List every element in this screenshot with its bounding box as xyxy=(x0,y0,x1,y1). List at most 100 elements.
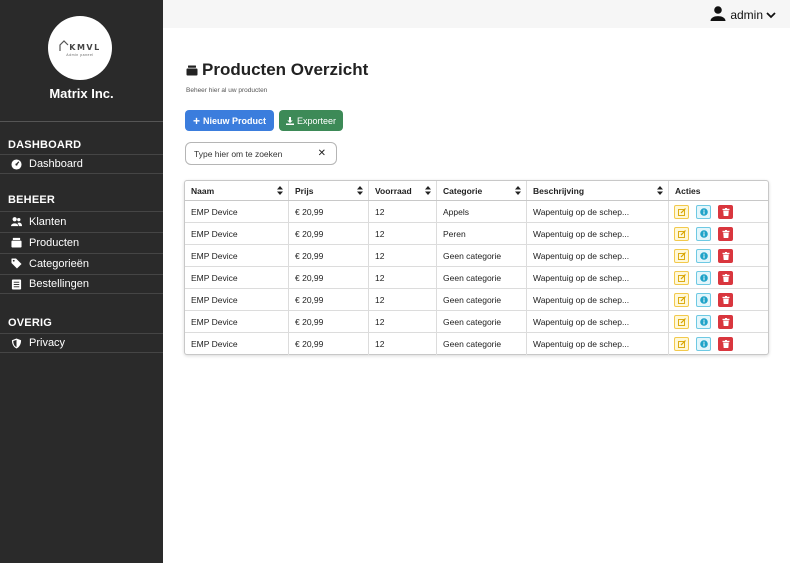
info-icon xyxy=(699,208,708,216)
table-row: EMP Device € 20,99 12 Geen categorie Wapentu… xyxy=(185,289,768,311)
cell-acties xyxy=(669,223,768,244)
cell-beschrijving: Wapentuig op de schep... xyxy=(527,333,669,355)
plus-icon: + xyxy=(192,113,200,128)
edit-icon xyxy=(677,296,686,304)
users-icon xyxy=(10,216,22,228)
logo[interactable]: KMVL Admin paneel xyxy=(48,16,112,80)
cell-prijs: € 20,99 xyxy=(289,223,369,244)
export-label: Exporteer xyxy=(296,115,337,126)
house-logo-icon: KMVL xyxy=(59,39,101,52)
cell-categorie: Geen categorie xyxy=(437,333,527,355)
cell-naam: EMP Device xyxy=(185,267,289,288)
user-name: admin xyxy=(730,8,763,22)
cell-categorie: Appels xyxy=(437,201,527,222)
sort-icon xyxy=(277,186,283,195)
table-row: EMP Device € 20,99 12 Geen categorie Wapentu… xyxy=(185,267,768,289)
box-icon xyxy=(10,237,22,249)
user-menu[interactable]: admin xyxy=(710,6,780,24)
table-row: EMP Device € 20,99 12 Geen categorie Wapentu… xyxy=(185,311,768,333)
info-button[interactable] xyxy=(696,271,711,285)
cell-categorie: Geen categorie xyxy=(437,267,527,288)
edit-icon xyxy=(677,230,686,238)
edit-icon xyxy=(677,318,686,326)
info-button[interactable] xyxy=(696,337,711,351)
edit-button[interactable] xyxy=(674,271,689,285)
edit-button[interactable] xyxy=(674,337,689,351)
delete-button[interactable] xyxy=(718,227,733,241)
delete-button[interactable] xyxy=(718,271,733,285)
products-table: Naam Prijs Voorraad Categorie Beschrijvi… xyxy=(184,180,769,355)
download-icon xyxy=(285,116,294,125)
info-button[interactable] xyxy=(696,315,711,329)
cell-prijs: € 20,99 xyxy=(289,245,369,266)
cell-categorie: Geen categorie xyxy=(437,289,527,310)
info-button[interactable] xyxy=(696,227,711,241)
brand-name: Matrix Inc. xyxy=(49,86,114,101)
sidebar-item-label: Categorieën xyxy=(29,257,89,270)
logo-text: KMVL xyxy=(69,42,101,52)
sidebar-divider xyxy=(0,121,163,122)
sidebar-item-privacy[interactable]: Privacy xyxy=(0,333,163,353)
sidebar-item-dashboard[interactable]: Dashboard xyxy=(0,154,163,174)
cell-voorraad: 12 xyxy=(369,289,437,310)
search-input[interactable]: Type hier om te zoeken ✕ xyxy=(185,142,337,165)
cell-acties xyxy=(669,245,768,266)
info-button[interactable] xyxy=(696,249,711,263)
topbar: admin xyxy=(163,0,790,28)
info-icon xyxy=(699,230,708,238)
delete-button[interactable] xyxy=(718,293,733,307)
delete-button[interactable] xyxy=(718,337,733,351)
cell-acties xyxy=(669,311,768,332)
cell-categorie: Geen categorie xyxy=(437,245,527,266)
sidebar-item-bestellingen[interactable]: Bestellingen xyxy=(0,274,163,294)
table-row: EMP Device € 20,99 12 Appels Wapentuig op de… xyxy=(185,201,768,223)
delete-button[interactable] xyxy=(718,205,733,219)
info-button[interactable] xyxy=(696,293,711,307)
cell-acties xyxy=(669,333,768,355)
sidebar-item-label: Dashboard xyxy=(29,158,83,170)
page-subtitle: Beheer hier al uw producten xyxy=(186,87,268,94)
clear-search-icon[interactable]: ✕ xyxy=(318,148,326,159)
cell-voorraad: 12 xyxy=(369,223,437,244)
column-header-prijs[interactable]: Prijs xyxy=(289,181,369,200)
export-button[interactable]: Exporteer xyxy=(279,110,343,131)
delete-button[interactable] xyxy=(718,315,733,329)
new-product-label: Nieuw Product xyxy=(203,115,267,126)
trash-icon xyxy=(722,318,729,326)
sidebar-item-label: Privacy xyxy=(29,337,66,349)
trash-icon xyxy=(722,340,729,348)
info-icon xyxy=(699,296,708,304)
column-header-voorraad[interactable]: Voorraad xyxy=(369,181,437,200)
cell-beschrijving: Wapentuig op de schep... xyxy=(527,201,669,222)
edit-button[interactable] xyxy=(674,293,689,307)
edit-button[interactable] xyxy=(674,227,689,241)
cell-beschrijving: Wapentuig op de schep... xyxy=(527,267,669,288)
tag-icon xyxy=(10,258,22,270)
user-icon xyxy=(710,6,730,24)
cell-voorraad: 12 xyxy=(369,267,437,288)
page-header: Producten Overzicht xyxy=(186,60,368,80)
box-icon xyxy=(186,65,202,76)
sidebar-item-klanten[interactable]: Klanten xyxy=(0,211,163,231)
cell-categorie: Peren xyxy=(437,223,527,244)
column-header-beschrijving[interactable]: Beschrijving xyxy=(527,181,669,200)
edit-icon xyxy=(677,208,686,216)
sidebar-item-label: Producten xyxy=(29,236,80,249)
column-header-naam[interactable]: Naam xyxy=(185,181,289,200)
sidebar-item-categorieen[interactable]: Categorieën xyxy=(0,253,163,273)
sidebar-item-producten[interactable]: Producten xyxy=(0,232,163,252)
sort-icon xyxy=(425,186,431,195)
column-header-categorie[interactable]: Categorie xyxy=(437,181,527,200)
edit-button[interactable] xyxy=(674,315,689,329)
info-button[interactable] xyxy=(696,205,711,219)
sort-icon xyxy=(515,186,521,195)
edit-button[interactable] xyxy=(674,249,689,263)
sidebar-item-label: Bestellingen xyxy=(29,278,89,290)
cell-voorraad: 12 xyxy=(369,245,437,266)
cell-acties xyxy=(669,289,768,310)
delete-button[interactable] xyxy=(718,249,733,263)
table-header-row: Naam Prijs Voorraad Categorie Beschrijvi… xyxy=(185,181,768,201)
new-product-button[interactable]: + Nieuw Product xyxy=(185,110,274,131)
edit-button[interactable] xyxy=(674,205,689,219)
section-title-dashboard: DASHBOARD xyxy=(8,139,82,151)
